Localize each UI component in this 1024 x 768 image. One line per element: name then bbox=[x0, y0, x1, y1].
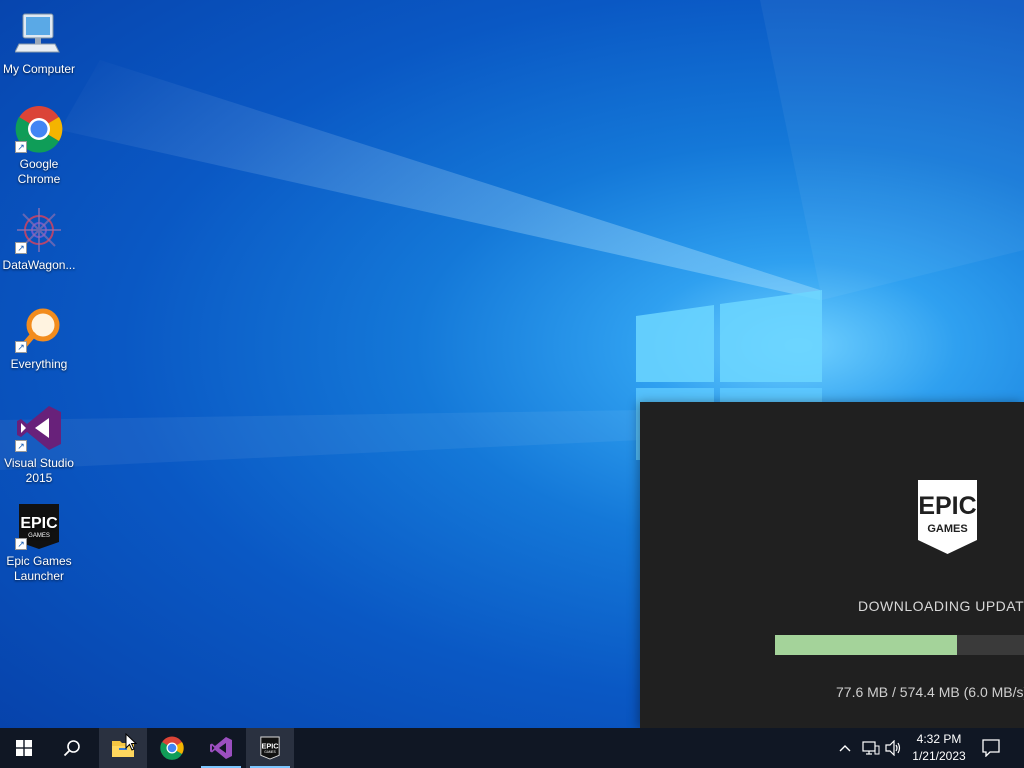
network-icon bbox=[862, 741, 880, 755]
shortcut-arrow-icon: ↗ bbox=[15, 141, 27, 153]
shortcut-arrow-icon: ↗ bbox=[15, 440, 27, 452]
computer-icon bbox=[14, 10, 63, 58]
desktop-icon-label: Visual Studio 2015 bbox=[4, 456, 74, 485]
desktop-icon-everything[interactable]: ↗ Everything bbox=[0, 305, 78, 372]
taskbar-visual-studio[interactable] bbox=[197, 728, 245, 768]
epic-games-icon: EPIC GAMES bbox=[260, 736, 280, 760]
svg-text:GAMES: GAMES bbox=[28, 533, 50, 539]
speaker-icon bbox=[885, 740, 901, 756]
tray-network[interactable] bbox=[862, 728, 880, 768]
taskbar-search-button[interactable] bbox=[48, 728, 96, 768]
search-everything-icon: ↗ bbox=[15, 305, 63, 353]
epic-launcher-update-window[interactable]: EPIC GAMES DOWNLOADING UPDATE 77.6 MB / … bbox=[640, 402, 1024, 728]
svg-text:GAMES: GAMES bbox=[264, 750, 276, 754]
svg-text:GAMES: GAMES bbox=[927, 523, 967, 535]
tray-show-hidden-icons[interactable] bbox=[838, 728, 852, 768]
chevron-up-icon bbox=[839, 745, 851, 752]
desktop-icon-label: My Computer bbox=[2, 62, 76, 76]
clock-time: 4:32 PM bbox=[916, 732, 962, 746]
windows-start-icon bbox=[16, 740, 32, 756]
svg-text:EPIC: EPIC bbox=[261, 741, 279, 750]
svg-text:EPIC: EPIC bbox=[918, 492, 976, 520]
chrome-icon: ↗ bbox=[15, 105, 63, 153]
taskbar: EPIC GAMES 4:32 PM 1/21/2023 bbox=[0, 728, 1024, 768]
desktop-icon-label: Google Chrome bbox=[17, 157, 61, 186]
taskbar-epic-games[interactable]: EPIC GAMES bbox=[246, 728, 294, 768]
mouse-cursor-icon bbox=[125, 733, 137, 751]
shortcut-arrow-icon: ↗ bbox=[15, 242, 27, 254]
search-icon bbox=[63, 740, 80, 757]
desktop-icon-label: Epic Games Launcher bbox=[6, 554, 72, 583]
desktop-icon-epic-games[interactable]: EPIC GAMES ↗ Epic Games Launcher bbox=[0, 502, 78, 584]
chrome-icon bbox=[160, 736, 184, 760]
epic-games-icon: EPIC GAMES ↗ bbox=[15, 502, 63, 550]
taskbar-chrome[interactable] bbox=[148, 728, 196, 768]
action-center-button[interactable] bbox=[982, 728, 1000, 768]
visual-studio-icon bbox=[210, 737, 232, 759]
visual-studio-icon: ↗ bbox=[15, 404, 63, 452]
update-status-text: DOWNLOADING UPDATE bbox=[858, 598, 1024, 614]
datawagon-icon: ↗ bbox=[15, 206, 63, 254]
notification-icon bbox=[982, 739, 1000, 757]
tray-volume[interactable] bbox=[885, 728, 903, 768]
desktop-icon-datawagon[interactable]: ↗ DataWagon... bbox=[0, 206, 78, 273]
download-size-text: 77.6 MB / 574.4 MB (6.0 MB/s) bbox=[836, 684, 1024, 700]
desktop-icon-my-computer[interactable]: My Computer bbox=[0, 10, 78, 77]
desktop-icon-google-chrome[interactable]: ↗ Google Chrome bbox=[0, 105, 78, 187]
shortcut-arrow-icon: ↗ bbox=[15, 341, 27, 353]
taskbar-file-explorer[interactable] bbox=[99, 728, 147, 768]
desktop-icon-label: Everything bbox=[10, 357, 68, 371]
download-progress-fill bbox=[775, 635, 957, 655]
svg-text:EPIC: EPIC bbox=[20, 515, 58, 532]
desktop-icon-visual-studio[interactable]: ↗ Visual Studio 2015 bbox=[0, 404, 78, 486]
download-progress-bar bbox=[775, 635, 1024, 655]
start-button[interactable] bbox=[0, 728, 48, 768]
epic-games-logo: EPIC GAMES bbox=[918, 480, 977, 554]
taskbar-clock[interactable]: 4:32 PM 1/21/2023 bbox=[906, 731, 972, 765]
shortcut-arrow-icon: ↗ bbox=[15, 538, 27, 550]
clock-date: 1/21/2023 bbox=[912, 749, 966, 763]
desktop-icon-label: DataWagon... bbox=[2, 258, 76, 272]
